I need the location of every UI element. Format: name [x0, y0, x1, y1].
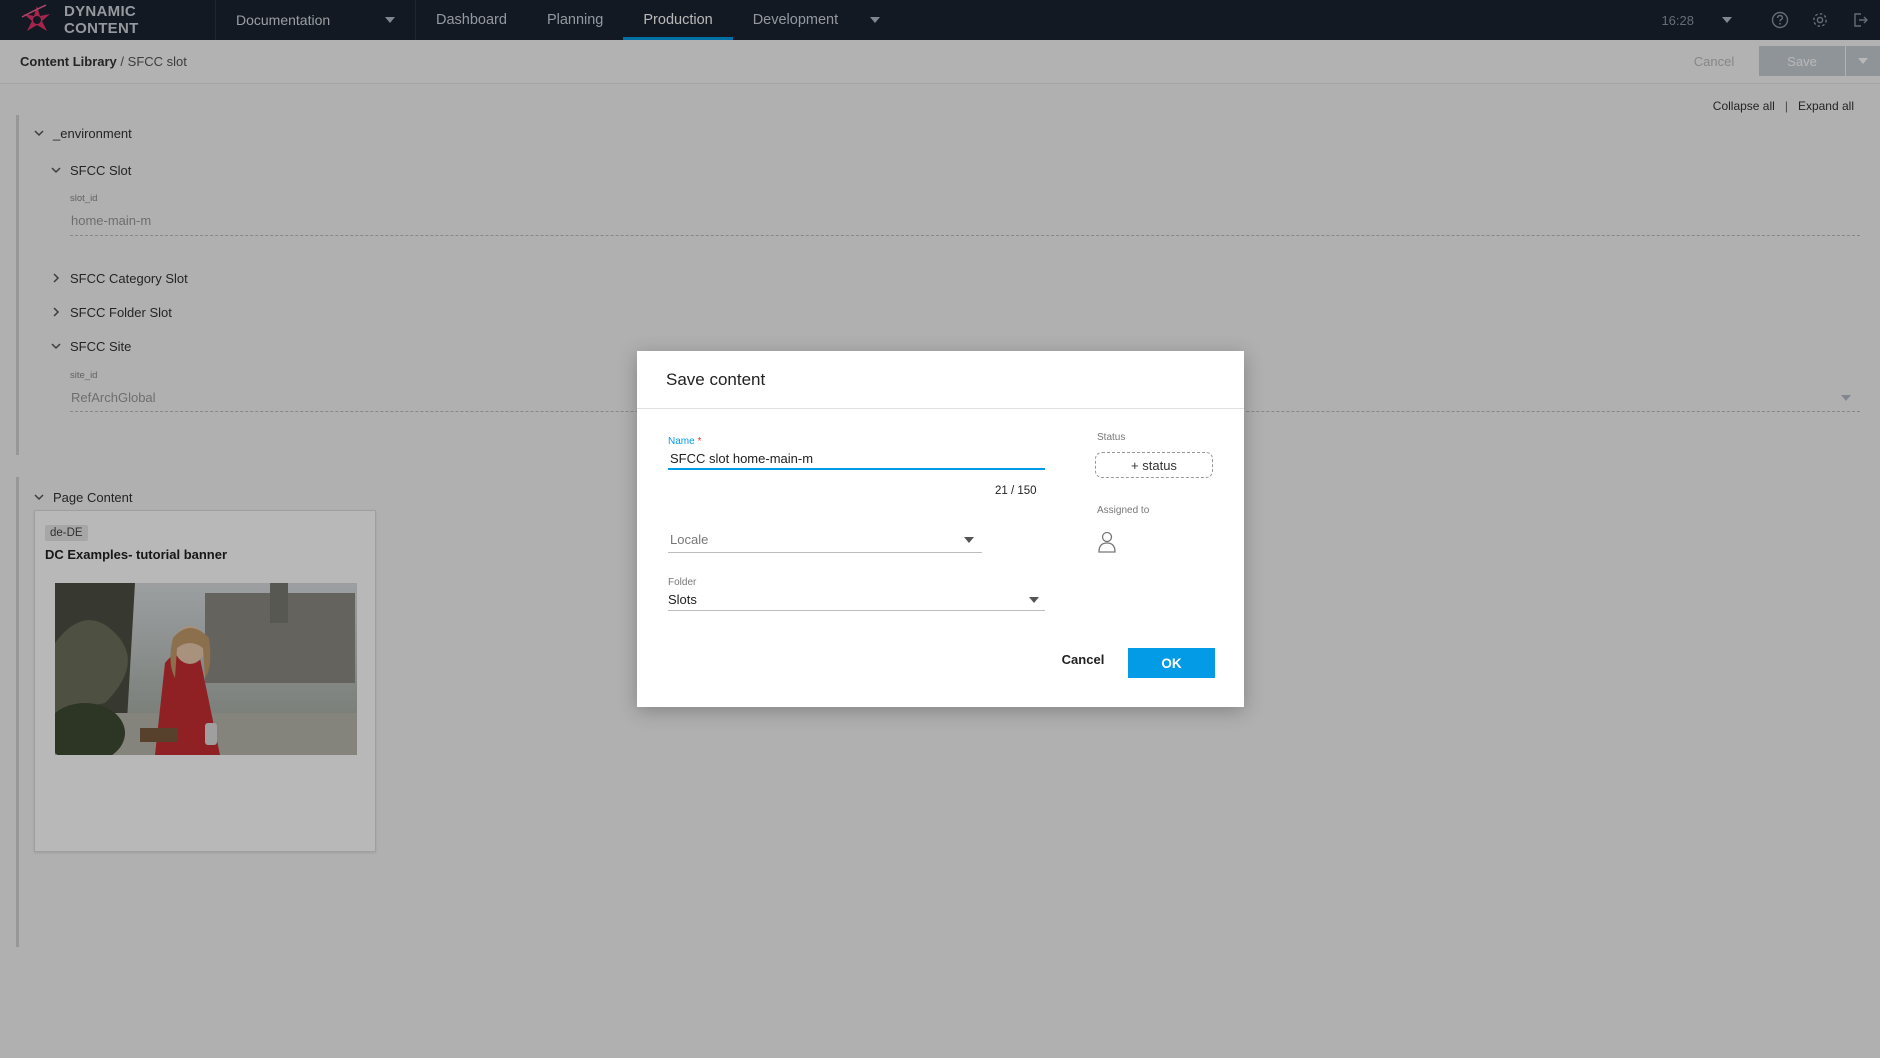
save-content-dialog: Save content Name * 21 / 150 Locale Fold… [637, 351, 1244, 707]
dialog-divider [637, 408, 1244, 409]
dialog-cancel-button[interactable]: Cancel [1053, 648, 1113, 670]
name-label-text: Name [668, 436, 695, 447]
folder-select[interactable]: Slots [668, 589, 1045, 611]
chevron-down-icon [964, 536, 974, 543]
dialog-title: Save content [666, 370, 766, 389]
name-label: Name * [668, 436, 701, 447]
required-mark: * [697, 436, 702, 447]
chevron-down-icon [1029, 596, 1039, 603]
folder-value: Slots [668, 592, 697, 607]
folder-label: Folder [668, 577, 697, 588]
assign-user-icon[interactable] [1097, 531, 1117, 553]
add-status-button[interactable]: + status [1095, 452, 1213, 478]
status-label: Status [1097, 432, 1126, 443]
assigned-to-label: Assigned to [1097, 505, 1150, 516]
locale-placeholder: Locale [670, 532, 709, 547]
locale-select[interactable]: Locale [668, 527, 982, 553]
name-input[interactable] [668, 448, 1045, 470]
name-char-counter: 21 / 150 [995, 485, 1037, 497]
dialog-ok-button[interactable]: OK [1128, 648, 1215, 678]
